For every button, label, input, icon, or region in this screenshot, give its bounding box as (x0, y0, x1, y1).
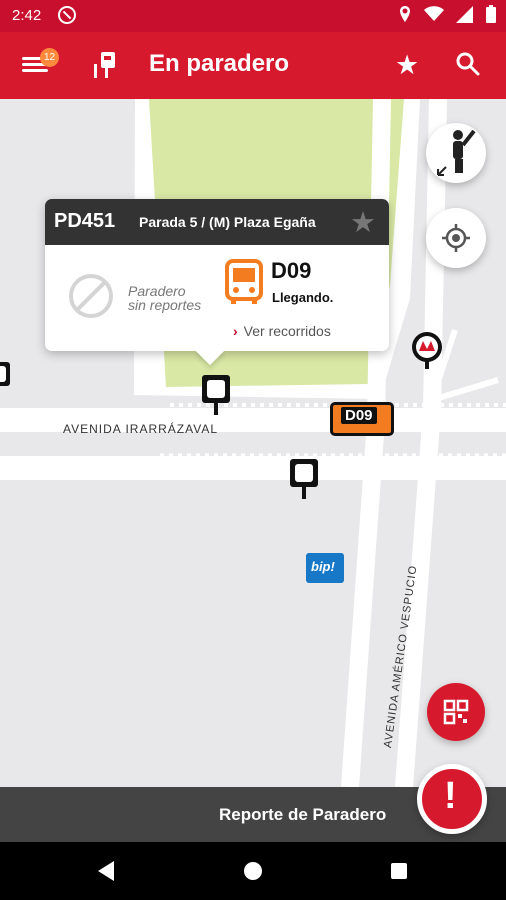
bus-stop-marker-selected[interactable] (202, 375, 230, 415)
view-routes-label: Ver recorridos (243, 323, 331, 339)
hail-bus-button[interactable] (426, 123, 486, 183)
popup-header: PD451 Parada 5 / (M) Plaza Egaña ★ (45, 199, 389, 245)
search-icon[interactable] (456, 52, 480, 76)
location-icon (400, 6, 410, 22)
route-number: D09 (271, 258, 312, 283)
system-nav-bar (0, 842, 506, 900)
status-time: 2:42 (12, 7, 42, 24)
stop-info-popup[interactable]: PD451 Parada 5 / (M) Plaza Egaña ★ Parad… (45, 199, 389, 366)
do-not-disturb-icon (58, 6, 76, 24)
bus-icon (225, 259, 263, 304)
view-routes-link[interactable]: › Ver recorridos (233, 323, 331, 339)
qr-code-icon (443, 699, 469, 725)
bus-stop-icon[interactable] (92, 52, 116, 80)
qr-code-button[interactable] (427, 683, 485, 741)
wifi-icon (424, 6, 444, 21)
status-icons (398, 5, 496, 23)
metro-station-icon[interactable] (409, 331, 445, 369)
favorite-stop-star-icon[interactable]: ★ (350, 205, 376, 240)
back-icon[interactable] (96, 860, 116, 882)
live-bus-marker[interactable]: D09 (330, 402, 394, 436)
street-label-irarrazaval: AVENIDA IRARRÁZAVAL (63, 422, 219, 436)
recents-icon[interactable] (390, 862, 408, 880)
person-hailing-icon (437, 129, 476, 176)
chevron-right-icon: › (233, 323, 238, 339)
home-icon[interactable] (243, 861, 263, 881)
status-bar: 2:42 (0, 0, 506, 32)
report-stop-label: Reporte de Paradero (219, 805, 387, 824)
bus-stop-marker-edge[interactable] (0, 362, 10, 398)
bip-label: bip! (311, 559, 335, 574)
stop-code: PD451 (54, 210, 116, 232)
arrival-status: Llegando. (272, 290, 334, 305)
no-reports-text: Paradero sin reportes (128, 284, 201, 312)
favorite-star-icon[interactable]: ★ (395, 50, 419, 81)
no-reports-line2: sin reportes (128, 297, 202, 313)
notification-badge: 12 (40, 48, 59, 67)
no-reports-icon (69, 274, 113, 318)
signal-icon (456, 5, 473, 23)
report-alert-button[interactable]: ! (417, 764, 487, 834)
bip-point-icon[interactable]: bip! (306, 553, 344, 583)
app-bar: 12 En paradero ★ (0, 32, 506, 99)
page-title: En paradero (149, 50, 290, 77)
crosshair-icon (442, 224, 470, 252)
bus-stop-marker[interactable] (290, 459, 318, 499)
live-bus-route: D09 (341, 407, 377, 424)
my-location-button[interactable] (426, 208, 486, 268)
exclamation-icon: ! (444, 775, 457, 817)
stop-name: Parada 5 / (M) Plaza Egaña (139, 214, 316, 230)
battery-icon (486, 5, 496, 23)
